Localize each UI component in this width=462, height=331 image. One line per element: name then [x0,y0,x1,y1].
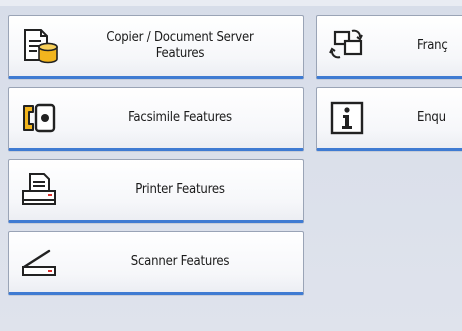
change-language-label: Franç [417,38,448,53]
scanner-features-label: Scanner Features [130,254,230,269]
enquiry-label: Enqu [417,110,446,125]
printer-icon [19,170,59,210]
copier-document-server-features-button[interactable]: Copier / Document Server Features [8,15,304,79]
facsimile-icon [19,98,59,138]
facsimile-features-button[interactable]: Facsimile Features [8,87,304,151]
top-strip [0,0,462,6]
printer-features-label: Printer Features [135,182,225,197]
scanner-icon [19,242,59,282]
change-language-button[interactable]: Franç [316,15,462,79]
enquiry-button[interactable]: Enqu [316,87,462,151]
copier-document-server-icon [19,26,59,66]
printer-features-button[interactable]: Printer Features [8,159,304,223]
information-icon [327,98,367,138]
scanner-features-button[interactable]: Scanner Features [8,231,304,295]
copier-document-server-label: Copier / Document Server Features [106,30,254,61]
facsimile-features-label: Facsimile Features [128,110,232,125]
change-language-icon [327,26,367,66]
